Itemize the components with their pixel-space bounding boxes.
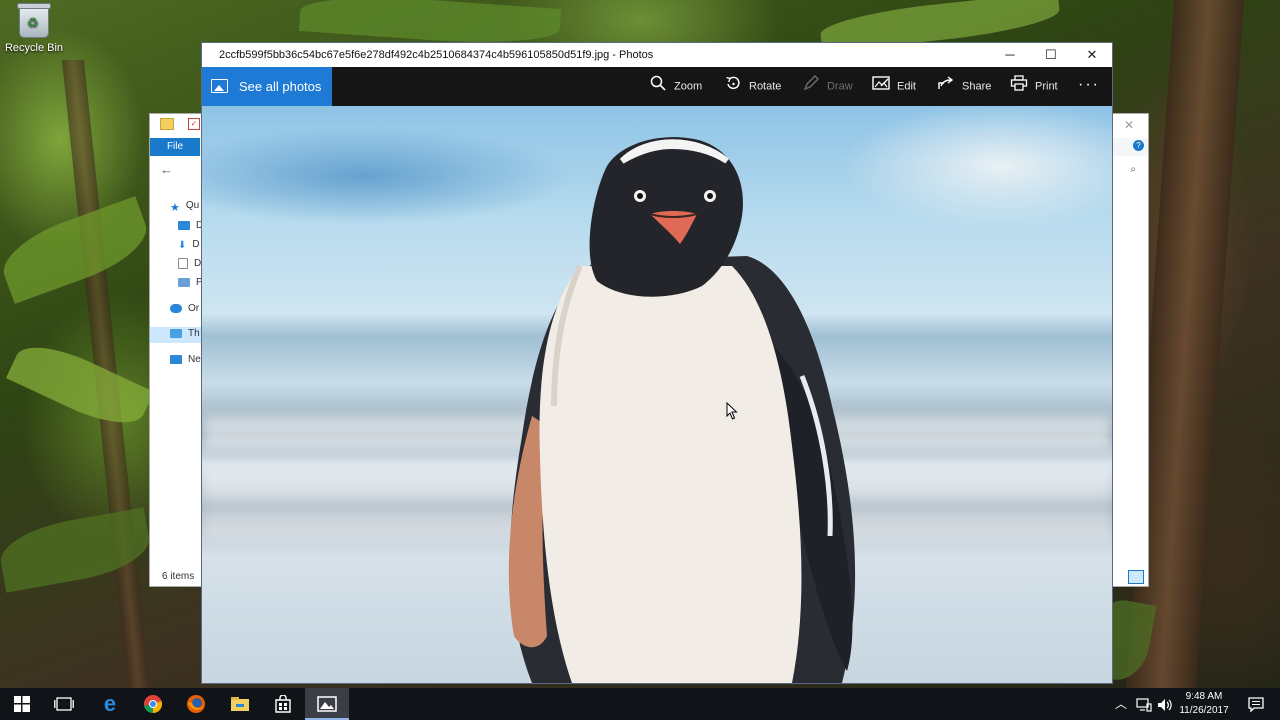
desktop-icon-recycle-bin[interactable]: ♻ Recycle Bin [4,3,64,54]
maximize-button[interactable]: ☐ [1031,43,1071,67]
rotate-button[interactable]: Rotate [724,67,781,106]
photos-taskbar-icon[interactable] [305,688,349,720]
windows-logo-icon [14,695,30,712]
print-button[interactable]: Print [1010,67,1058,106]
nav-item-quick-access[interactable]: ★ Qu [170,200,199,214]
share-icon [937,67,955,106]
download-icon: ⬇ [178,239,187,251]
network-icon[interactable] [1136,688,1152,720]
see-all-photos-button[interactable]: See all photos [202,67,332,106]
firefox-browser-icon[interactable] [174,688,218,720]
task-view-button[interactable] [42,688,86,720]
nav-item-desktop[interactable]: D [178,220,203,231]
document-icon [178,258,188,269]
view-toggle-icon[interactable] [1128,570,1144,584]
penguin-image [508,137,856,683]
chrome-browser-icon[interactable] [131,688,175,720]
pictures-icon [178,277,190,287]
desktop-icon [178,220,190,230]
properties-icon[interactable]: ✓ [188,118,200,130]
window-title: 2ccfb599f5bb36c54bc67e5f6e278df492c4b251… [219,49,654,61]
clock-date: 11/26/2017 [1179,705,1229,716]
network-icon [170,354,182,364]
draw-pen-icon [802,67,820,106]
fern-leaf [5,332,155,438]
show-hidden-icons-chevron-icon[interactable]: ︿ [1115,688,1127,720]
store-icon[interactable] [261,688,305,720]
nav-item-this-pc[interactable]: Th [170,328,200,339]
task-view-icon [54,697,74,711]
photos-toolbar: See all photos Zoom Rotate Draw Edit Sha… [202,67,1112,106]
folder-icon [160,118,174,130]
recycle-bin-label: Recycle Bin [4,42,64,54]
cloud-icon [170,303,182,313]
nav-item-onedrive[interactable]: Or [170,303,199,314]
edge-browser-icon[interactable]: e [88,688,132,720]
file-tab[interactable]: File [150,138,200,156]
volume-icon[interactable] [1157,688,1173,720]
zoom-icon [649,67,667,106]
share-button[interactable]: Share [937,67,991,106]
taskbar: e ︿ 9:48 AM 11/26/2017 [0,688,1280,720]
draw-button[interactable]: Draw [802,67,853,106]
computer-icon [170,328,182,338]
edit-button[interactable]: Edit [872,67,916,106]
nav-item-documents[interactable]: D [178,258,201,269]
system-clock[interactable]: 9:48 AM 11/26/2017 [1172,690,1236,718]
zoom-button[interactable]: Zoom [649,67,702,106]
status-bar-item-count: 6 items [162,571,195,582]
close-button[interactable]: ✕ [1072,43,1112,67]
title-bar[interactable]: 2ccfb599f5bb36c54bc67e5f6e278df492c4b251… [202,43,1112,67]
edit-icon [872,67,890,106]
mouse-cursor-icon [726,401,738,425]
recycle-bin-icon: ♻ [17,3,51,38]
rotate-icon [724,67,742,106]
start-button[interactable] [0,688,44,720]
picture-icon [211,79,228,93]
photo-viewer-image[interactable]: ← ▭ 🗑 → ⤢ [202,106,1112,683]
help-icon[interactable]: ? [1133,140,1144,151]
search-icon[interactable]: ⌕ [1130,164,1136,175]
action-center-icon[interactable] [1243,688,1269,720]
close-icon[interactable]: ✕ [1124,118,1134,132]
back-arrow-icon[interactable]: ← [160,162,173,177]
clock-time: 9:48 AM [1185,691,1223,702]
more-options-button[interactable]: ··· [1078,67,1100,106]
minimize-button[interactable]: ─ [990,43,1030,67]
file-explorer-taskbar-icon[interactable] [218,688,262,720]
nav-item-downloads[interactable]: ⬇ D [178,239,200,251]
printer-icon [1010,67,1028,106]
nav-item-pictures[interactable]: P [178,277,203,288]
nav-item-network[interactable]: Ne [170,354,201,365]
photos-window[interactable]: 2ccfb599f5bb36c54bc67e5f6e278df492c4b251… [201,42,1113,684]
